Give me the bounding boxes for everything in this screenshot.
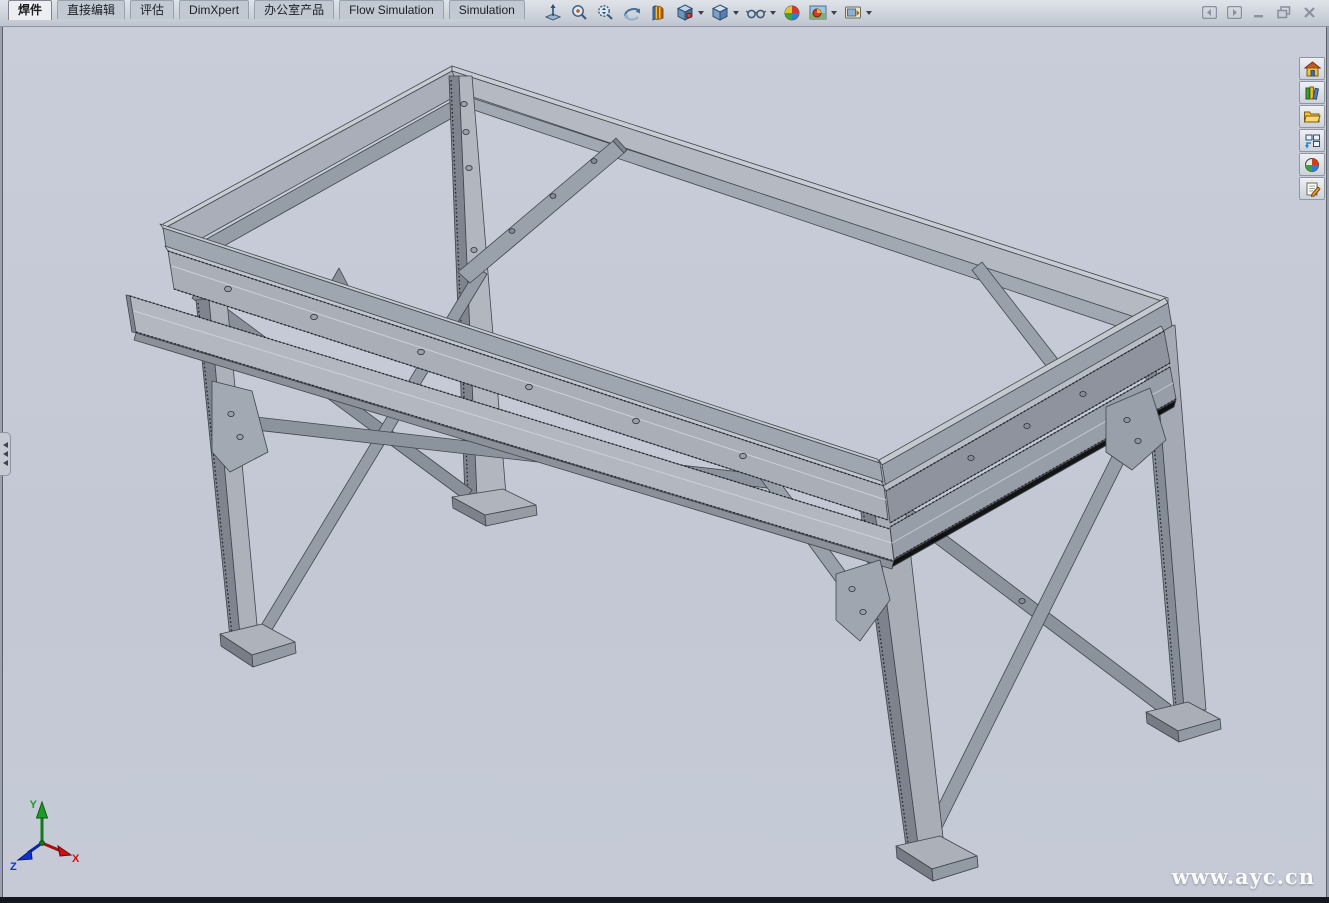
design-library-icon [1304,85,1321,101]
minimize-icon [1253,6,1265,19]
appearances-sphere-icon [1304,157,1320,173]
display-style-icon [710,3,730,23]
close-icon [1303,6,1316,19]
tab-flow-simulation[interactable]: Flow Simulation [339,0,444,19]
view-toolbar [540,0,875,26]
hide-show-items-dropdown-caret[interactable] [770,11,776,15]
window-bottom-border [0,897,1329,903]
rotate-view-icon [621,3,643,23]
solidworks-window: 焊件 直接编辑 评估 DimXpert 办公室产品 Flow Simulatio… [0,0,1329,903]
apply-scene-dropdown-caret[interactable] [831,11,837,15]
design-library-button[interactable] [1299,81,1325,104]
apply-scene-button[interactable] [805,1,840,25]
view-settings-button[interactable] [840,1,875,25]
tab-direct-editing[interactable]: 直接编辑 [57,0,125,19]
appearances-scenes-button[interactable] [1299,153,1325,176]
model-canvas-weldment-table[interactable] [0,0,1329,903]
view-orientation-icon [675,3,695,23]
zoom-in-out-button[interactable] [592,1,618,25]
tab-evaluate[interactable]: 评估 [130,0,174,19]
hide-show-items-icon [745,3,767,23]
home-icon [1304,61,1321,77]
model-front-left-channel-upper[interactable] [165,246,888,520]
triad-y-label: Y [30,799,38,811]
zoom-in-out-icon [595,3,615,23]
hide-show-items-button[interactable] [742,1,779,25]
zoom-to-area-icon [569,3,589,23]
display-style-button[interactable] [707,1,742,25]
minimize-button[interactable] [1251,5,1267,20]
featuremanager-collapsed-tab[interactable] [0,432,11,476]
tab-weldments[interactable]: 焊件 [8,0,52,20]
zoom-to-area-button[interactable] [566,1,592,25]
apply-scene-icon [808,3,828,23]
view-orientation-dropdown-caret[interactable] [698,11,704,15]
window-controls [1201,5,1317,20]
tab-dimxpert[interactable]: DimXpert [179,0,249,19]
rotate-view-button[interactable] [618,1,646,25]
folder-icon [1303,109,1321,124]
model-top-bar-left[interactable] [458,138,627,283]
close-button[interactable] [1301,5,1317,20]
view-settings-dropdown-caret[interactable] [866,11,872,15]
view-palette-button[interactable] [1299,129,1325,152]
view-orientation-button[interactable] [672,1,707,25]
task-pane-tab-strip [1299,57,1327,201]
collapse-arrow-icon [3,442,8,448]
view-settings-icon [843,3,863,23]
restore-button[interactable] [1276,5,1292,20]
section-view-icon [649,3,669,23]
collapse-arrow-icon [3,451,8,457]
triad-z-label: Z [10,861,17,873]
expand-pane-right-icon [1227,6,1242,19]
tab-simulation[interactable]: Simulation [449,0,525,19]
command-tabs: 焊件 直接编辑 评估 DimXpert 办公室产品 Flow Simulatio… [8,0,530,19]
watermark-text: www.ayc.cn [1172,864,1315,889]
model-rim-back-left-rail[interactable] [163,66,470,265]
tab-office-products[interactable]: 办公室产品 [254,0,334,19]
model-gusset-left-leg[interactable] [212,381,268,472]
file-explorer-button[interactable] [1299,105,1325,128]
restore-icon [1277,6,1291,19]
orientation-triad: Y X Z [8,794,98,884]
collapse-pane-left-icon [1202,6,1217,19]
solidworks-resources-button[interactable] [1299,57,1325,80]
edit-appearance-icon [782,3,802,23]
command-manager-bar: 焊件 直接编辑 评估 DimXpert 办公室产品 Flow Simulatio… [0,0,1329,27]
display-style-dropdown-caret[interactable] [733,11,739,15]
custom-properties-icon [1304,181,1321,197]
edit-appearance-button[interactable] [779,1,805,25]
collapse-pane-left-button[interactable] [1201,5,1217,20]
collapse-arrow-icon [3,460,8,466]
section-view-button[interactable] [646,1,672,25]
custom-properties-button[interactable] [1299,177,1325,200]
triad-x-label: X [72,853,80,865]
zoom-to-fit-button[interactable] [540,1,566,25]
expand-pane-right-button[interactable] [1226,5,1242,20]
view-palette-icon [1304,133,1321,149]
zoom-to-fit-icon [543,3,563,23]
